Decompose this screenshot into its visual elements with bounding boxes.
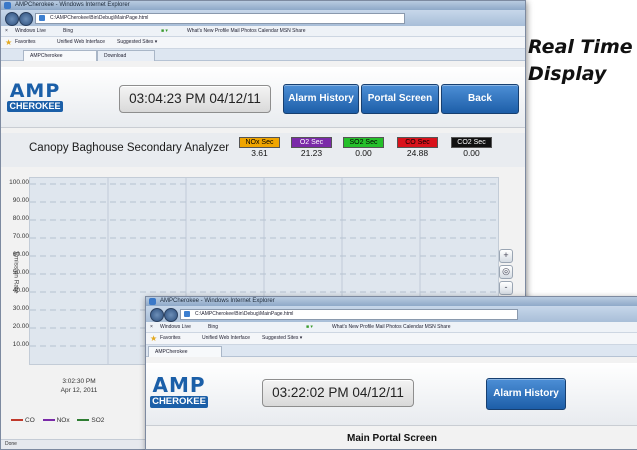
toolbar-app-icon[interactable]: ■ ▾ bbox=[306, 322, 313, 332]
favorites-bar: ★ Favorites Unified Web Interface Sugges… bbox=[146, 333, 637, 345]
y-tick-label: 90.00 bbox=[12, 197, 29, 204]
gas-label: NOx Sec bbox=[239, 137, 280, 148]
address-input[interactable]: C:\AMPCherokee\Bin\Debug\MainPage.html bbox=[180, 309, 518, 320]
back-button[interactable]: Back bbox=[441, 84, 519, 114]
browser-window-portal: AMPCherokee - Windows Internet Explorer … bbox=[145, 296, 637, 450]
date-time-display: 03:04:23 PM 04/12/11 bbox=[119, 85, 271, 113]
app-header: AMP CHEROKEE 03:22:02 PM 04/12/11 Alarm … bbox=[146, 363, 637, 426]
window-titlebar: AMPCherokee - Windows Internet Explorer bbox=[1, 1, 525, 10]
gas-value: 21.23 bbox=[300, 148, 323, 158]
date-time-display: 03:22:02 PM 04/12/11 bbox=[262, 379, 414, 407]
gas-reading-co: CO Sec 24.88 bbox=[397, 137, 438, 159]
legend-label-co: CO bbox=[25, 417, 35, 424]
address-bar: C:\AMPCherokee\Bin\Debug\MainPage.html bbox=[146, 306, 637, 322]
ie-icon bbox=[4, 2, 11, 9]
legend-label-nox: NOx bbox=[56, 417, 70, 424]
gas-label: O2 Sec bbox=[291, 137, 332, 148]
y-tick-label: 10.00 bbox=[12, 341, 29, 348]
gas-reading-co2: CO2 Sec 0.00 bbox=[451, 137, 492, 159]
windows-live-label[interactable]: Windows Live bbox=[160, 322, 191, 332]
live-toolbar: × Windows Live Bing ■ ▾ What's New Profi… bbox=[1, 26, 525, 37]
close-toolbar-icon[interactable]: × bbox=[150, 322, 153, 332]
unified-web-interface-link[interactable]: Unified Web Interface bbox=[57, 37, 105, 48]
tab-strip: AMPCherokee bbox=[146, 345, 637, 357]
alarm-history-button[interactable]: Alarm History bbox=[486, 378, 566, 410]
windows-live-label[interactable]: Windows Live bbox=[15, 26, 46, 36]
x-time-line-2: Apr 12, 2011 bbox=[60, 387, 98, 394]
x-axis-time-label: 3:02:30 PM Apr 12, 2011 bbox=[35, 377, 123, 395]
back-nav-icon[interactable] bbox=[5, 12, 19, 26]
gas-label: CO Sec bbox=[397, 137, 438, 148]
toolbar-app-icon[interactable]: ■ ▾ bbox=[161, 26, 168, 36]
app-header: AMP CHEROKEE 03:04:23 PM 04/12/11 Alarm … bbox=[1, 67, 525, 128]
bing-label[interactable]: Bing bbox=[63, 26, 73, 36]
window-title: AMPCherokee - Windows Internet Explorer bbox=[15, 2, 130, 8]
amp-cherokee-logo: AMP CHEROKEE bbox=[7, 81, 63, 112]
y-tick-label: 30.00 bbox=[12, 305, 29, 312]
suggested-sites-link[interactable]: Suggested Sites ▾ bbox=[117, 37, 157, 48]
address-input[interactable]: C:\AMPCherokee\Bin\Debug\MainPage.html bbox=[35, 13, 405, 24]
address-bar: C:\AMPCherokee\Bin\Debug\MainPage.html bbox=[1, 10, 525, 26]
x-time-line-1: 3:02:30 PM bbox=[62, 378, 96, 385]
gas-reading-o2: O2 Sec 21.23 bbox=[291, 137, 332, 159]
tab-strip: AMPCherokee Download bbox=[1, 49, 525, 61]
favorites-label[interactable]: Favorites bbox=[160, 333, 181, 344]
gas-reading-nox: NOx Sec 3.61 bbox=[239, 137, 280, 159]
y-axis-label: Emission Rate bbox=[12, 251, 20, 294]
favorites-label[interactable]: Favorites bbox=[15, 37, 36, 48]
zoom-reset-button[interactable]: ◎ bbox=[499, 265, 513, 279]
legend-label-so2: SO2 bbox=[91, 417, 105, 424]
tab-download[interactable]: Download bbox=[97, 50, 155, 61]
bing-label[interactable]: Bing bbox=[208, 322, 218, 332]
y-tick-label: 80.00 bbox=[12, 215, 29, 222]
gas-value: 0.00 bbox=[463, 148, 480, 158]
legend-swatch-co bbox=[11, 419, 23, 422]
gas-value: 3.61 bbox=[251, 148, 268, 158]
tab-ampcherokee[interactable]: AMPCherokee bbox=[148, 346, 222, 357]
zoom-in-button[interactable]: + bbox=[499, 249, 513, 263]
window-title: AMPCherokee - Windows Internet Explorer bbox=[160, 298, 275, 304]
live-toolbar: × Windows Live Bing ■ ▾ What's New Profi… bbox=[146, 322, 637, 333]
y-tick-label: 20.00 bbox=[12, 323, 29, 330]
gas-value: 24.88 bbox=[406, 148, 429, 158]
caption-line-1: Real Time bbox=[528, 36, 633, 58]
forward-nav-icon[interactable] bbox=[164, 308, 178, 322]
y-tick-label: 100.00 bbox=[9, 179, 29, 186]
legend-swatch-so2 bbox=[77, 419, 90, 422]
portal-screen-button[interactable]: Portal Screen bbox=[361, 84, 439, 114]
y-tick-label: 70.00 bbox=[12, 233, 29, 240]
favorites-bar: ★ Favorites Unified Web Interface Sugges… bbox=[1, 37, 525, 49]
unified-web-interface-link[interactable]: Unified Web Interface bbox=[202, 333, 250, 344]
analyzer-bar: Canopy Baghouse Secondary Analyzer NOx S… bbox=[1, 133, 525, 167]
toolbar-menu[interactable]: What's New Profile Mail Photos Calendar … bbox=[332, 322, 451, 332]
gas-label: SO2 Sec bbox=[343, 137, 384, 148]
analyzer-title: Canopy Baghouse Secondary Analyzer bbox=[29, 142, 230, 154]
close-toolbar-icon[interactable]: × bbox=[5, 26, 8, 36]
forward-nav-icon[interactable] bbox=[19, 12, 33, 26]
toolbar-menu[interactable]: What's New Profile Mail Photos Calendar … bbox=[187, 26, 306, 36]
caption-line-2: Display bbox=[528, 63, 607, 85]
legend-swatch-nox bbox=[42, 419, 55, 422]
gas-label: CO2 Sec bbox=[451, 137, 492, 148]
suggested-sites-link[interactable]: Suggested Sites ▾ bbox=[262, 333, 302, 344]
portal-screen-title: Main Portal Screen bbox=[346, 433, 438, 444]
back-nav-icon[interactable] bbox=[150, 308, 164, 322]
tab-ampcherokee[interactable]: AMPCherokee bbox=[23, 50, 97, 61]
alarm-history-button[interactable]: Alarm History bbox=[283, 84, 359, 114]
gas-value: 0.00 bbox=[355, 148, 372, 158]
amp-cherokee-logo: AMP CHEROKEE bbox=[150, 375, 208, 408]
window-titlebar: AMPCherokee - Windows Internet Explorer bbox=[146, 297, 637, 306]
gas-reading-so2: SO2 Sec 0.00 bbox=[343, 137, 384, 159]
real-time-display-caption: Real Time Display bbox=[528, 34, 633, 88]
zoom-out-button[interactable]: - bbox=[499, 281, 513, 295]
chart-legend: CO NOx SO2 bbox=[5, 417, 104, 424]
ie-icon bbox=[149, 298, 156, 305]
